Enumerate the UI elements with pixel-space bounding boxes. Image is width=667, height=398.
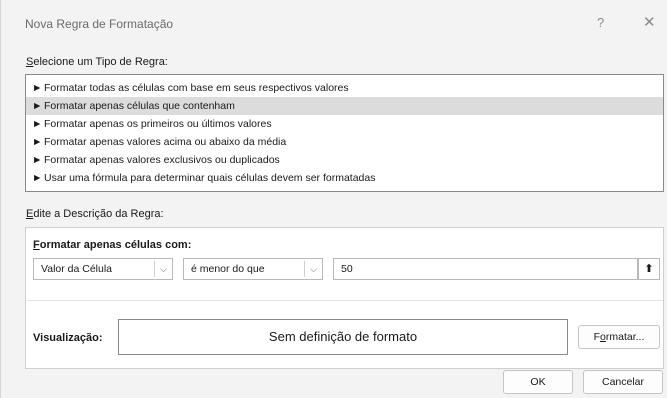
rule-type-item[interactable]: ► Formatar todas as células com base em s… [26,79,663,97]
arrow-icon: ► [32,172,43,184]
preview-box: Sem definição de formato [118,319,568,355]
rule-type-item-selected[interactable]: ► Formatar apenas células que contenham [26,97,663,115]
rule-type-item[interactable]: ► Formatar apenas os primeiros ou últimos… [26,115,663,133]
ok-button[interactable]: OK [503,370,573,394]
rule-type-label: Selecione um Tipo de Regra: [26,56,168,68]
chevron-down-icon: ⌵ [304,261,322,277]
arrow-icon: ► [32,136,43,148]
title-bar: Nova Regra de Formatação ? ✕ [1,0,667,44]
rule-type-list[interactable]: ► Formatar todas as células com base em s… [25,74,664,192]
chevron-down-icon: ⌵ [154,261,172,277]
operator-select[interactable]: é menor do que ⌵ [183,258,323,280]
format-only-cells-with-label: Formatar apenas células com: [33,239,192,251]
arrow-icon: ► [32,100,43,112]
help-button[interactable]: ? [597,15,604,30]
preview-label: Visualização: [33,332,103,344]
arrow-icon: ► [32,118,43,130]
dialog-title: Nova Regra de Formatação [25,17,174,31]
format-button[interactable]: Formatar... [578,325,660,349]
arrow-icon: ► [32,154,43,166]
new-formatting-rule-dialog: Nova Regra de Formatação ? ✕ Selecione u… [0,0,667,398]
rule-description-label: Edite a Descrição da Regra: [26,208,164,220]
close-icon[interactable]: ✕ [643,13,656,31]
divider [26,300,663,301]
value-input[interactable]: 50 [333,258,638,280]
rule-type-item[interactable]: ► Formatar apenas valores acima ou abaixo… [26,133,663,151]
rule-type-item[interactable]: ► Usar uma fórmula para determinar quais … [26,169,663,187]
range-select-icon[interactable]: ⬆ [638,258,660,280]
cancel-button[interactable]: Cancelar [583,370,663,394]
rule-type-item[interactable]: ► Formatar apenas valores exclusivos ou d… [26,151,663,169]
condition-type-select[interactable]: Valor da Célula ⌵ [33,258,173,280]
arrow-icon: ► [32,82,43,94]
rule-description-panel: Formatar apenas células com: Valor da Cé… [25,227,664,369]
